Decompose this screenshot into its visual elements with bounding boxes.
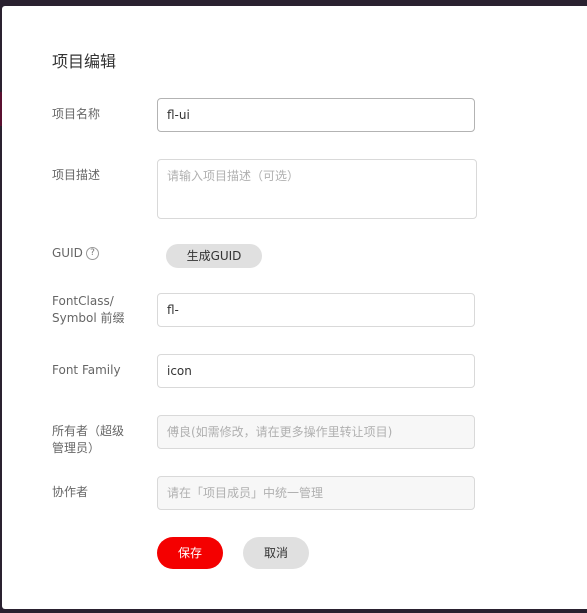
- project-name-input[interactable]: fl-ui: [157, 98, 475, 132]
- collaborators-label: 协作者: [52, 485, 89, 499]
- owner-label-line1: 所有者（超级: [52, 424, 125, 438]
- owner-label: 所有者（超级 管理员）: [52, 423, 142, 457]
- project-description-textarea[interactable]: 请输入项目描述（可选）: [157, 159, 477, 219]
- project-description-label: 项目描述: [52, 168, 101, 182]
- font-family-label: Font Family: [52, 363, 121, 377]
- project-edit-dialog: 项目编辑 项目名称 fl-ui 项目描述 请输入项目描述（可选） GUID ? …: [2, 6, 587, 609]
- generate-guid-button[interactable]: 生成GUID: [166, 244, 262, 268]
- font-class-label: FontClass/ Symbol 前缀: [52, 293, 142, 327]
- font-class-label-line2: Symbol 前缀: [52, 311, 125, 325]
- font-class-label-line1: FontClass/: [52, 294, 114, 308]
- cancel-button[interactable]: 取消: [243, 537, 309, 569]
- owner-field: 傅良(如需修改，请在更多操作里转让项目): [157, 415, 475, 449]
- save-button[interactable]: 保存: [157, 537, 223, 569]
- owner-label-line2: 管理员）: [52, 441, 101, 455]
- dialog-title: 项目编辑: [52, 52, 117, 71]
- font-class-prefix-input[interactable]: fl-: [157, 293, 475, 327]
- font-family-input[interactable]: icon: [157, 354, 475, 388]
- collaborators-field: 请在「项目成员」中统一管理: [157, 476, 475, 510]
- help-icon[interactable]: ?: [86, 247, 99, 260]
- project-name-label: 项目名称: [52, 107, 101, 121]
